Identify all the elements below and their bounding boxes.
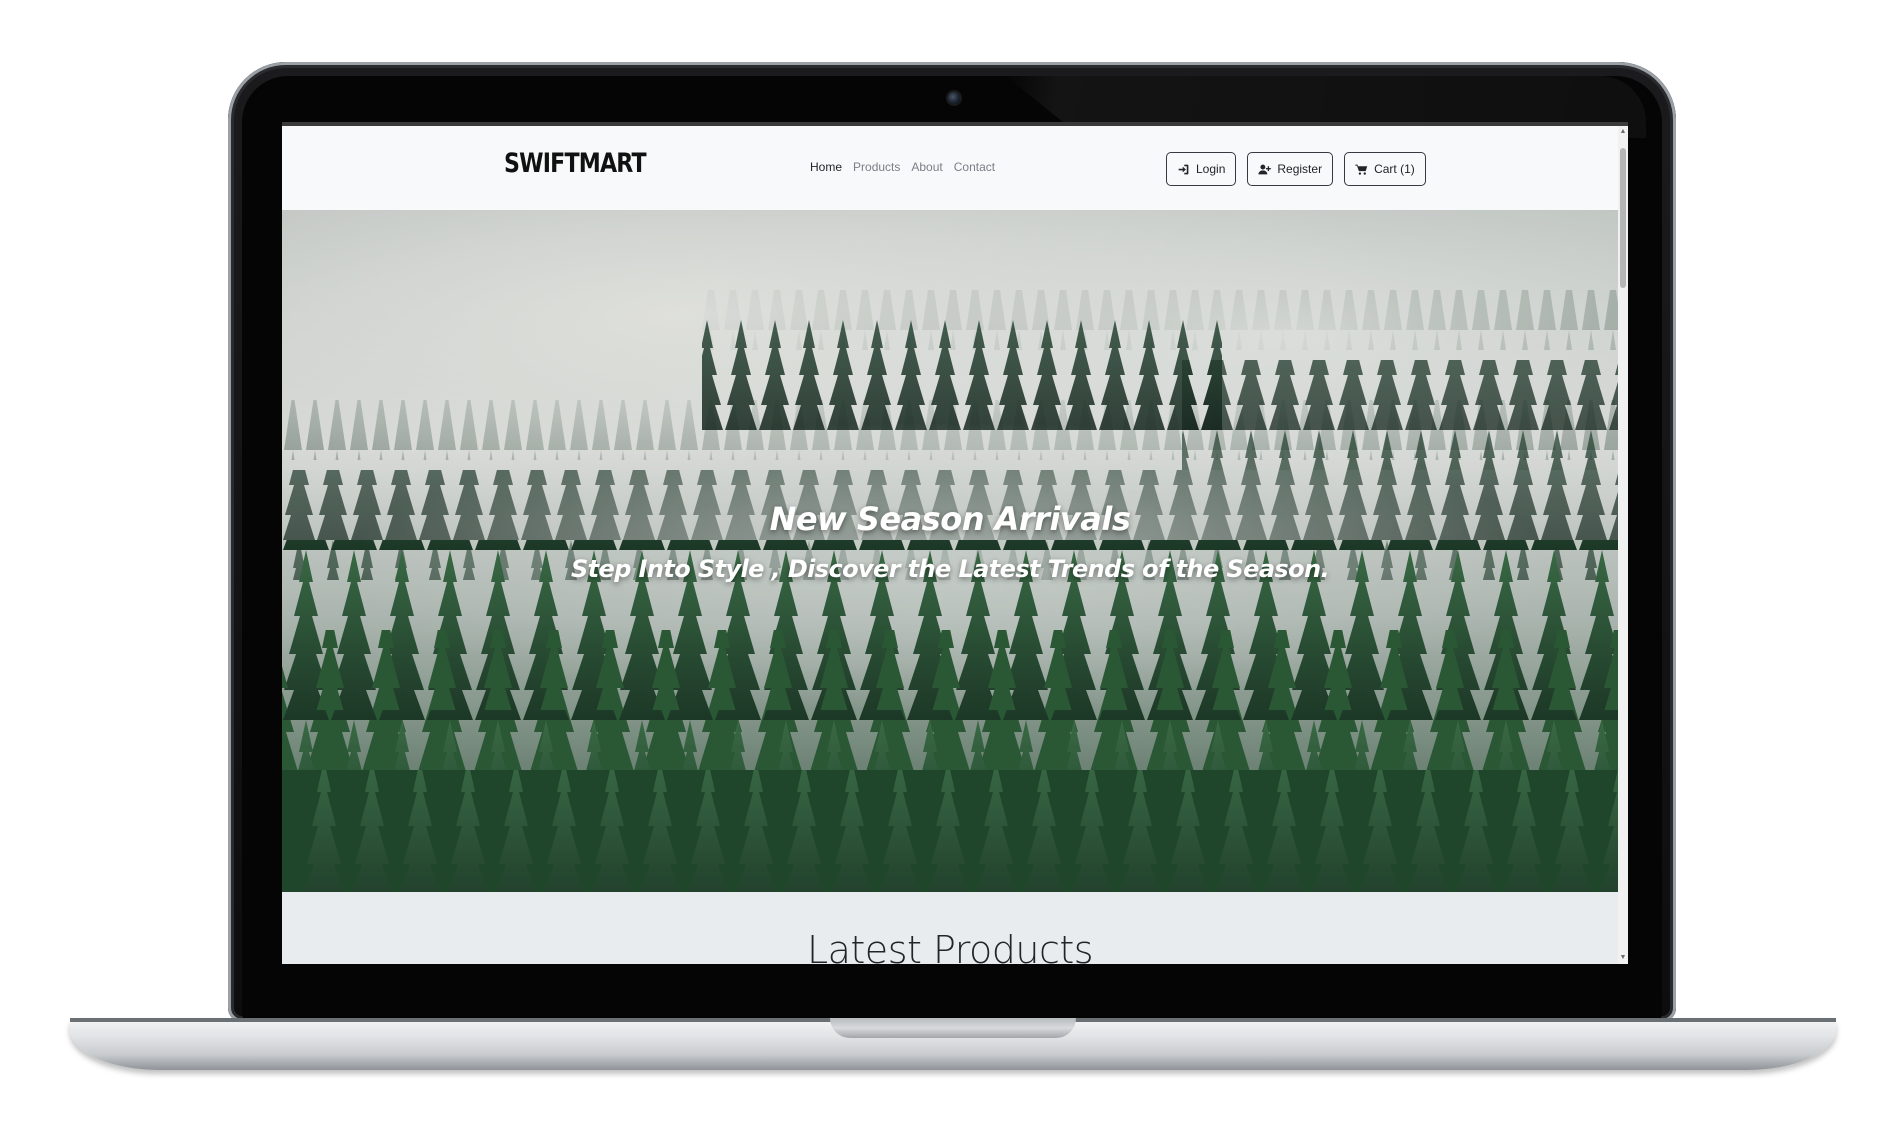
user-plus-icon: [1258, 163, 1272, 176]
navbar: SWIFTMART Home Products About Contact Lo…: [282, 126, 1618, 210]
cart-button[interactable]: Cart (1): [1344, 152, 1426, 186]
hero-subtitle: Step Into Style , Discover the Latest Tr…: [570, 555, 1330, 583]
login-icon: [1177, 163, 1190, 176]
nav-links: Home Products About Contact: [810, 160, 995, 174]
nav-link-products[interactable]: Products: [853, 160, 900, 174]
hero-banner: New Season Arrivals Step Into Style , Di…: [282, 210, 1618, 892]
nav-link-home[interactable]: Home: [810, 160, 842, 174]
scroll-up-icon[interactable]: ▲: [1619, 128, 1627, 136]
latest-products-section: Latest Products: [282, 892, 1618, 964]
laptop-mockup: SWIFTMART Home Products About Contact Lo…: [0, 0, 1895, 1139]
login-button[interactable]: Login: [1166, 152, 1237, 186]
laptop-screen: SWIFTMART Home Products About Contact Lo…: [282, 122, 1628, 964]
latest-products-heading: Latest Products: [806, 928, 1094, 964]
nav-actions: Login Register Cart (1): [1166, 152, 1426, 186]
nav-link-contact[interactable]: Contact: [954, 160, 995, 174]
login-button-label: Login: [1196, 162, 1226, 176]
hero-background-image: [282, 210, 1618, 892]
laptop-base-notch: [830, 1018, 1076, 1038]
register-button[interactable]: Register: [1247, 152, 1334, 186]
hero-title: New Season Arrivals: [769, 500, 1131, 538]
cart-icon: [1355, 163, 1368, 176]
page-scrollbar[interactable]: ▲ ▼: [1618, 126, 1628, 964]
nav-link-about[interactable]: About: [911, 160, 942, 174]
cart-button-label: Cart (1): [1374, 162, 1415, 176]
register-button-label: Register: [1277, 162, 1323, 176]
browser-viewport[interactable]: SWIFTMART Home Products About Contact Lo…: [282, 126, 1618, 964]
scroll-down-icon[interactable]: ▼: [1619, 954, 1627, 962]
scrollbar-thumb[interactable]: [1620, 148, 1626, 288]
webcam-icon: [948, 92, 960, 104]
brand-logo[interactable]: SWIFTMART: [504, 148, 647, 179]
